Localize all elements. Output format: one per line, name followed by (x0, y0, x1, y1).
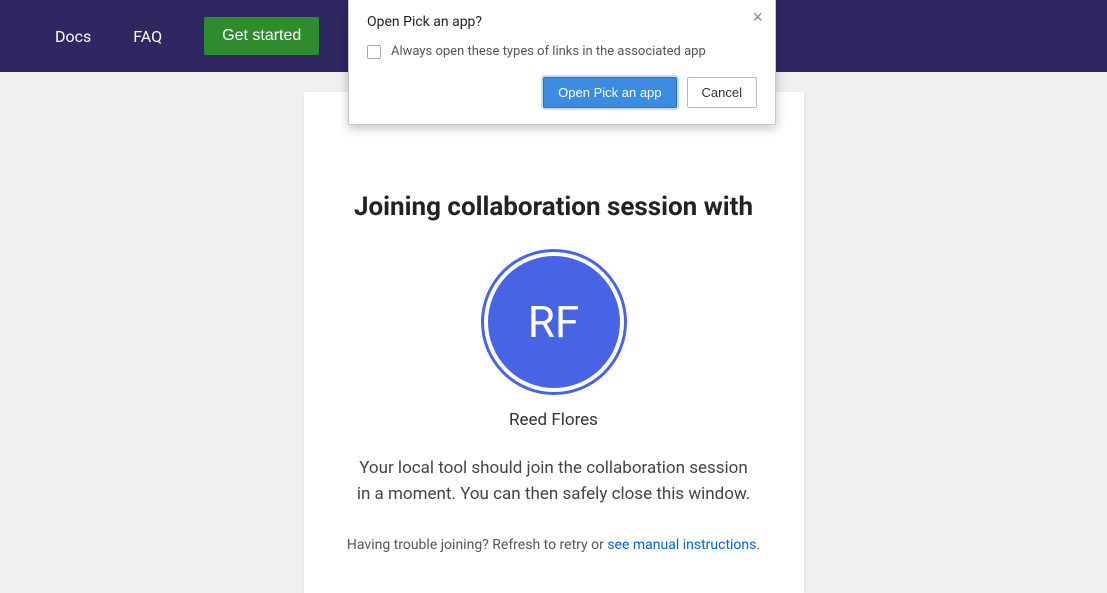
trouble-prefix: Having trouble joining? Refresh to retry… (347, 537, 607, 553)
session-card: Joining collaboration session with RF Re… (304, 92, 804, 593)
trouble-suffix: . (756, 537, 760, 553)
user-name: Reed Flores (344, 410, 764, 430)
manual-instructions-link[interactable]: see manual instructions (607, 537, 756, 553)
cancel-button[interactable]: Cancel (687, 77, 757, 108)
close-icon[interactable]: × (752, 8, 763, 26)
nav-faq-link[interactable]: FAQ (133, 27, 162, 46)
avatar-wrap: RF (344, 252, 764, 392)
main-container: Joining collaboration session with RF Re… (0, 72, 1107, 593)
open-app-button[interactable]: Open Pick an app (543, 77, 676, 108)
always-open-label: Always open these types of links in the … (391, 44, 706, 59)
always-open-checkbox[interactable] (367, 45, 381, 59)
session-description: Your local tool should join the collabor… (344, 456, 764, 507)
get-started-button[interactable]: Get started (204, 17, 319, 55)
trouble-text: Having trouble joining? Refresh to retry… (344, 537, 764, 553)
dialog-title: Open Pick an app? (367, 14, 757, 30)
dialog-buttons: Open Pick an app Cancel (367, 77, 757, 108)
nav-docs-link[interactable]: Docs (55, 27, 91, 46)
avatar: RF (484, 252, 624, 392)
checkbox-row: Always open these types of links in the … (367, 44, 757, 59)
open-app-dialog: × Open Pick an app? Always open these ty… (348, 0, 776, 125)
session-title: Joining collaboration session with (344, 192, 764, 222)
